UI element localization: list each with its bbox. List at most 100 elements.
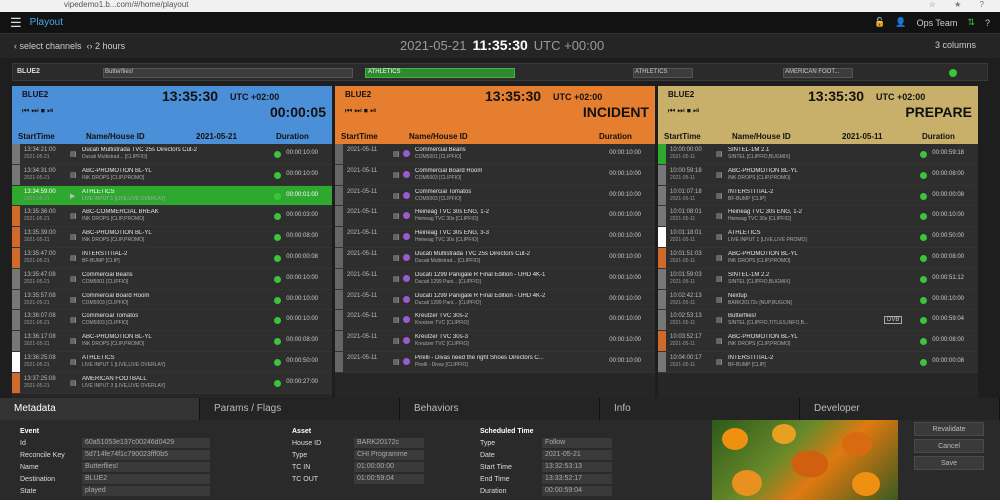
field-value[interactable]: 13:33:52:17 <box>542 474 612 484</box>
chevron-right-icon[interactable]: ‹› <box>82 41 96 51</box>
list-item[interactable]: 2021-05-11 ▤ Heineag TVC 30s ENG, 3-3 Hei… <box>335 227 655 248</box>
toolbar-icons[interactable]: ⏮ ⏭ ⏹ ⏯ <box>345 106 376 116</box>
save-button[interactable]: Save <box>914 456 984 470</box>
header-date[interactable]: 2021-05-21 <box>196 132 276 144</box>
tab-behaviors[interactable]: Behaviors <box>400 398 600 420</box>
lock-icon[interactable]: 🔓 <box>874 17 885 28</box>
field-value[interactable]: 00:00:59:04 <box>542 486 612 496</box>
help-icon[interactable]: ? <box>985 18 990 28</box>
select-channels-button[interactable]: select channels <box>20 41 82 51</box>
list-item[interactable]: 10:01:18:01 2021-05-11 ▤ ATHLETICS LIVE IN… <box>658 227 978 248</box>
list-item[interactable]: 2021-05-11 ▤ Ducati 1299 Panigale R Fina… <box>335 268 655 290</box>
list-item[interactable]: 2021-05-11 ▤ Commercial Beans COM5001 [CL… <box>335 144 655 165</box>
list-item[interactable]: 13:36:07:08 2021-05-21 ▤ Commercial Tomat… <box>12 310 332 332</box>
list-item[interactable]: 13:34:31:00 2021-05-21 ▤ ABC-PROMOTION BL… <box>12 164 332 186</box>
list-item[interactable]: 2021-05-11 ▤ Heineag TVC 30s ENG, 1-2 Hei… <box>335 206 655 228</box>
list-item[interactable]: 13:34:21:00 2021-05-21 ▤ Ducati Multistra… <box>12 144 332 165</box>
field-value[interactable]: BARK20172c <box>354 438 424 448</box>
field-value[interactable]: 01:00:00:00 <box>354 462 424 472</box>
list-item[interactable]: 13:34:59:00 2021-05-21 ▶ ATHLETICS LIVE IN… <box>12 185 332 207</box>
channel-name[interactable]: BLUE2 <box>668 90 694 99</box>
list-item[interactable]: 13:35:39:00 2021-05-21 ▤ ABC-PROMOTION BL… <box>12 227 332 248</box>
header-name[interactable]: Name/House ID <box>409 132 519 144</box>
settings-icon[interactable]: ⇅ <box>967 17 975 28</box>
start-time: 2021-05-11 <box>347 209 377 216</box>
toolbar-icons[interactable]: ⏮ ⏭ ⏹ ⏯ <box>668 106 699 116</box>
list-item[interactable]: 10:01:59:03 2021-05-11 ▤ SINTEL-1M 2.2 SIN… <box>658 268 978 290</box>
list-item[interactable]: 13:37:25:08 2021-05-21 ▤ AMERICAN FOOTBAL… <box>12 372 332 394</box>
list-item[interactable]: 10:01:07:18 2021-05-11 ▤ INTERSTITIAL-2 BF… <box>658 185 978 207</box>
list-item[interactable]: 2021-05-11 ▤ Pirelli - Divas need the ri… <box>335 351 655 373</box>
list-item[interactable]: 10:04:00:17 2021-05-11 ▤ INTERSTITIAL-2 BF… <box>658 351 978 373</box>
status-bar <box>658 331 666 351</box>
list-item[interactable]: 13:36:17:08 2021-05-21 ▤ ABC-PROMOTION BL… <box>12 331 332 352</box>
list-item[interactable]: 13:36:25:08 2021-05-21 ▤ ATHLETICS LIVE IN… <box>12 351 332 373</box>
status-bar <box>12 310 20 331</box>
start-time-value: 2021-05-11 <box>347 354 378 361</box>
list-item[interactable]: 10:01:51:03 2021-05-11 ▤ ABC-PROMOTION BL… <box>658 247 978 269</box>
list-item[interactable]: 10:02:53:13 2021-05-11 ▤ Butterflies! SINT… <box>658 310 978 332</box>
revalidate-button[interactable]: Revalidate <box>914 422 984 436</box>
list-item[interactable]: 2021-05-11 ▤ Kreutzer TVC 30s-2 Kreutzer … <box>335 310 655 332</box>
field-value[interactable]: 13:32:53:13 <box>542 462 612 472</box>
item-title: Commercial Beans <box>415 147 466 153</box>
header-starttime[interactable]: StartTime <box>664 132 732 144</box>
field-value[interactable]: 5d714fe74f1c790023fff0b5 <box>82 450 210 460</box>
start-time: 13:34:31:00 2021-05-21 <box>24 168 56 182</box>
user-name[interactable]: Ops Team <box>917 18 958 28</box>
timeline-segment[interactable] <box>103 68 353 78</box>
item-duration: 00:00:00:08 <box>286 253 318 260</box>
clip-icon: ▤ <box>70 171 77 179</box>
field-value[interactable]: played <box>82 486 210 496</box>
browser-address-bar[interactable]: vipedemo1.b...com/#/home/playout ☆ ★ ? <box>0 0 1000 12</box>
header-duration[interactable]: Duration <box>922 132 955 144</box>
channel-name[interactable]: BLUE2 <box>22 90 48 99</box>
columns-select[interactable]: 3 columns <box>935 40 976 50</box>
list-item[interactable]: 13:35:47:08 2021-05-21 ▤ Commercial Beans… <box>12 268 332 290</box>
tab-info[interactable]: Info <box>600 398 800 420</box>
channel-name[interactable]: BLUE2 <box>345 90 371 99</box>
field-value[interactable]: BLUE2 <box>82 474 210 484</box>
list-item[interactable]: 13:35:36:00 2021-05-21 ▤ ABC-COMMERCIAL B… <box>12 206 332 228</box>
list-item[interactable]: 10:02:42:13 2021-05-11 ▤ Nextup BARK20172c… <box>658 289 978 311</box>
header-name[interactable]: Name/House ID <box>732 132 842 144</box>
list-item[interactable]: 2021-05-11 ▤ Commercial Board Room COM500… <box>335 164 655 186</box>
list-item[interactable]: 2021-05-11 ▤ Kreutzer TVC 30s-3 Kreutzer … <box>335 331 655 352</box>
tab-metadata[interactable]: Metadata <box>0 398 200 420</box>
list-item[interactable]: 2021-05-11 ▤ Ducati Multistrada TVC 25s … <box>335 247 655 269</box>
list-item[interactable]: 10:03:52:17 2021-05-11 ▤ ABC-PROMOTION BL… <box>658 331 978 352</box>
list-item[interactable]: 13:35:47:00 2021-05-21 ▤ INTERSTITIAL-2 BF… <box>12 247 332 269</box>
tab-developer[interactable]: Developer <box>800 398 1000 420</box>
field-value[interactable]: 60a51053e137c00246d0429 <box>82 438 210 448</box>
field-value[interactable]: Follow <box>542 438 612 448</box>
user-icon[interactable]: 👤 <box>895 17 906 28</box>
header-starttime[interactable]: StartTime <box>341 132 409 144</box>
field-value[interactable]: Butterflies! <box>82 462 210 472</box>
list-item[interactable]: 10:01:08:01 2021-05-11 ▤ Heineag TVC 30s … <box>658 206 978 228</box>
header-starttime[interactable]: StartTime <box>18 132 86 144</box>
tab-params-flags[interactable]: Params / Flags <box>200 398 400 420</box>
header-date[interactable] <box>519 132 599 144</box>
toolbar-icons[interactable]: ⏮ ⏭ ⏹ ⏯ <box>22 106 53 116</box>
status-bar <box>335 268 343 289</box>
cancel-button[interactable]: Cancel <box>914 439 984 453</box>
list-item[interactable]: 2021-05-11 ▤ Commercial Tomatos COM5003 [… <box>335 185 655 207</box>
item-duration: 00:00:00:08 <box>932 191 964 198</box>
hamburger-menu-icon[interactable]: ☰ <box>10 15 22 31</box>
header-date[interactable]: 2021-05-11 <box>842 132 922 144</box>
column-subheader: StartTime Name/House ID 2021-05-21 Durat… <box>12 132 332 144</box>
list-item[interactable]: 13:35:57:08 2021-05-21 ▤ Commercial Board… <box>12 289 332 311</box>
header-duration[interactable]: Duration <box>599 132 632 144</box>
timeline-bar[interactable]: BLUE2 Butterflies! ATHLETICS ATHLETICS A… <box>12 63 988 81</box>
status-bar <box>335 144 343 164</box>
list-item[interactable]: 10:00:59:18 2021-05-11 ▤ ABC-PROMOTION BL… <box>658 164 978 186</box>
header-duration[interactable]: Duration <box>276 132 309 144</box>
duration-select[interactable]: 2 hours <box>95 41 125 51</box>
field-value[interactable]: 2021-05-21 <box>542 450 612 460</box>
list-item[interactable]: 2021-05-11 ▤ Ducati 1299 Panigale R Fina… <box>335 289 655 311</box>
field-value[interactable]: 01:00:59:04 <box>354 474 424 484</box>
field-value[interactable]: CHI Programme <box>354 450 424 460</box>
list-item[interactable]: 10:00:00:00 2021-05-11 ▤ SINTEL-1M 2.1 SIN… <box>658 144 978 165</box>
header-name[interactable]: Name/House ID <box>86 132 196 144</box>
status-dot <box>920 151 927 158</box>
